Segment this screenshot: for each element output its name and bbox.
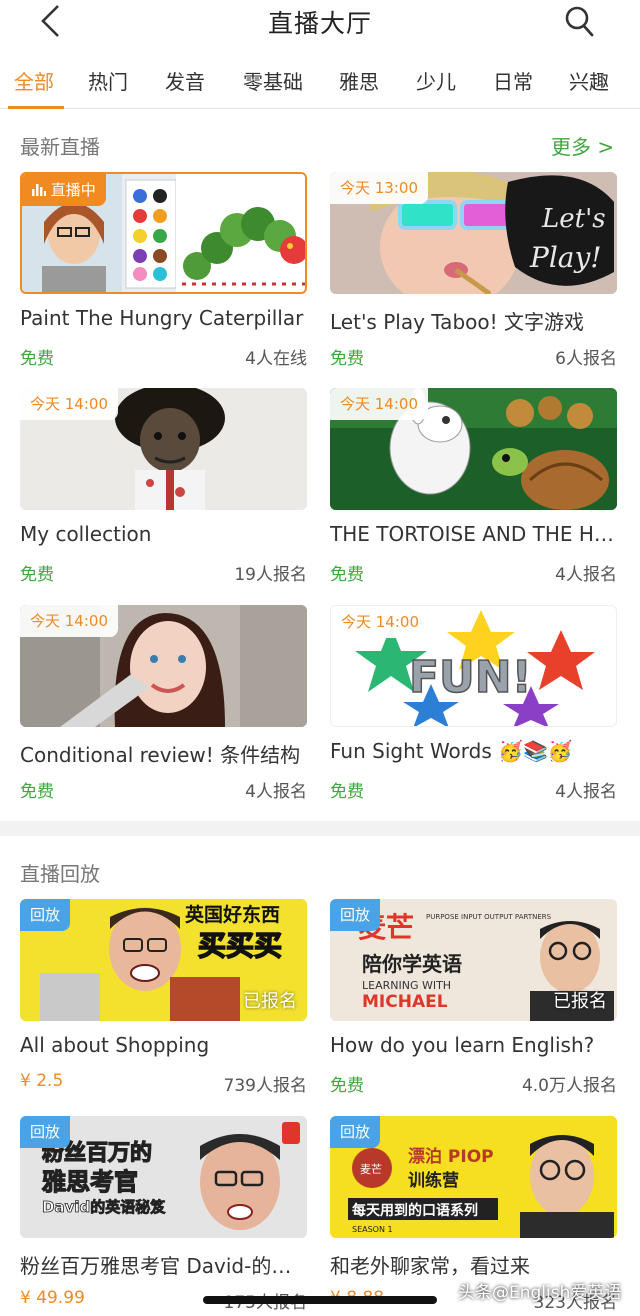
schedule-badge: 今天 14:00 [331,606,429,638]
section-title-live: 最新直播 [20,135,100,159]
participant-count: 4人报名 [245,782,307,802]
replay-card-shopping[interactable]: 英国好东西 买买买 回放 已报名 All about Shopping ¥ 2.… [20,899,307,1099]
thumbnail: Let's Play! 今天 13:00 [330,172,617,294]
schedule-badge: 今天 13:00 [330,172,428,204]
home-indicator[interactable] [203,1296,437,1304]
mai-learning-text: LEARNING WITH [362,979,451,992]
card-title: All about Shopping [20,1033,210,1057]
price-label: 免费 [330,1076,364,1096]
mai-name-text: MICHAEL [362,992,448,1012]
card-title: How do you learn English? [330,1033,595,1057]
price-label: 免费 [20,349,54,369]
participant-count: 739人报名 [223,1076,307,1096]
header-bar: 直播大厅 [0,0,640,44]
tab-hot[interactable]: 热门 [88,66,128,95]
shopping-buy-text: 买买买 [198,929,282,962]
piop-season-text: SEASON 1 [352,1225,393,1234]
card-title: Fun Sight Words 🥳📚🥳 [330,739,573,763]
thumbnail: 麦芒 PURPOSE INPUT OUTPUT PARTNERS 陪你学英语 L… [330,899,617,1021]
participant-count: 4人在线 [245,349,307,369]
piop-brand-text: 麦芒 [360,1163,382,1176]
live-card-sight-words[interactable]: FUN! 今天 14:00 Fun Sight Words 🥳📚🥳 免费 4人报… [330,605,617,805]
tab-all[interactable]: 全部 [14,66,54,95]
active-tab-indicator [8,106,64,109]
live-bars-icon [32,184,46,196]
registered-status: 已报名 [243,991,297,1012]
participant-count: 19人报名 [234,565,307,585]
piop-line2-text: 训练营 [408,1170,459,1191]
david-line3-text: David的英语秘笈 [42,1198,166,1216]
thumbnail: 今天 14:00 [20,388,307,510]
replay-card-learn-english[interactable]: 麦芒 PURPOSE INPUT OUTPUT PARTNERS 陪你学英语 L… [330,899,617,1099]
tab-pronunciation[interactable]: 发音 [165,66,205,95]
card-title: Let's Play Taboo! 文字游戏 [330,310,584,334]
card-title: 粉丝百万雅思考官 David-的英语秘笈 [20,1254,307,1278]
thumbnail: FUN! 今天 14:00 [330,605,617,727]
david-line2-text: 雅思考官 [42,1168,138,1196]
thumbnail: 麦芒 漂泊 PIOP 训练营 每天用到的口语系列 SEASON 1 回放 [330,1116,617,1238]
card-title: My collection [20,522,152,546]
replay-badge: 回放 [330,1116,381,1148]
schedule-badge: 今天 14:00 [20,605,118,637]
tab-kids[interactable]: 少儿 [416,66,456,95]
live-card-conditional[interactable]: 今天 14:00 Conditional review! 条件结构 免费 4人报… [20,605,307,805]
fun-word-art: FUN! [409,652,532,703]
price-label: ¥ 49.99 [20,1288,85,1308]
live-card-taboo[interactable]: Let's Play! 今天 13:00 Let's Play Taboo! 文… [330,172,617,372]
price-label: 免费 [330,349,364,369]
replay-badge: 回放 [20,1116,71,1148]
card-title: THE TORTOISE AND THE HARE [330,522,617,546]
tab-interest[interactable]: 兴趣 [569,66,609,95]
participant-count: 4人报名 [555,782,617,802]
section-title-replay: 直播回放 [20,862,100,886]
card-title: 和老外聊家常，看过来 [330,1254,530,1278]
tab-beginner[interactable]: 零基础 [243,66,303,95]
mai-slogan-text: 陪你学英语 [362,952,462,976]
schedule-badge: 今天 14:00 [20,388,118,420]
live-card-collection[interactable]: 今天 14:00 My collection 免费 19人报名 [20,388,307,588]
category-tabs: 全部 热门 发音 零基础 雅思 少儿 日常 兴趣 [0,62,640,109]
price-label: 免费 [20,565,54,585]
tab-ielts[interactable]: 雅思 [339,66,379,95]
price-label: 免费 [20,782,54,802]
card-title: Conditional review! 条件结构 [20,743,301,767]
replay-badge: 回放 [20,899,71,931]
piop-line3-text: 每天用到的口语系列 [352,1202,478,1219]
tab-daily[interactable]: 日常 [493,66,533,95]
lets-play-text-2: Play! [529,241,602,274]
more-link[interactable]: 更多 > [551,131,614,160]
participant-count: 4.0万人报名 [521,1076,617,1096]
badge-text: 直播中 [50,181,96,199]
participant-count: 6人报名 [555,349,617,369]
shopping-title-text: 英国好东西 [185,903,280,926]
registered-status: 已报名 [553,991,607,1012]
page-title: 直播大厅 [267,9,372,38]
live-card-tortoise[interactable]: 今天 14:00 THE TORTOISE AND THE HARE 免费 4人… [330,388,617,588]
price-label: 免费 [330,565,364,585]
thumbnail: 粉丝百万的 雅思考官 David的英语秘笈 回放 [20,1116,307,1238]
price-label: 免费 [330,782,364,802]
lets-play-text: Let's [541,204,606,234]
replay-badge: 回放 [330,899,381,931]
thumbnail: 直播中 [20,172,307,294]
mai-sub-text: PURPOSE INPUT OUTPUT PARTNERS [426,913,552,921]
watermark-text: 头条@English爱英语 [458,1283,622,1303]
thumbnail: 今天 14:00 [330,388,617,510]
thumbnail: 今天 14:00 [20,605,307,727]
live-badge: 直播中 [22,174,106,206]
replay-card-david[interactable]: 粉丝百万的 雅思考官 David的英语秘笈 回放 粉丝百万雅思考官 David-… [20,1116,307,1316]
price-label: ¥ 2.5 [20,1071,64,1091]
live-card-caterpillar[interactable]: 直播中 Paint The Hungry Caterpillar 免费 4人在线 [20,172,307,372]
piop-line1-text: 漂泊 PIOP [408,1147,494,1167]
thumbnail: 英国好东西 买买买 回放 已报名 [20,899,307,1021]
section-divider [0,821,640,836]
schedule-badge: 今天 14:00 [330,388,428,420]
participant-count: 4人报名 [555,565,617,585]
card-title: Paint The Hungry Caterpillar [20,306,304,330]
search-icon[interactable] [564,5,594,37]
